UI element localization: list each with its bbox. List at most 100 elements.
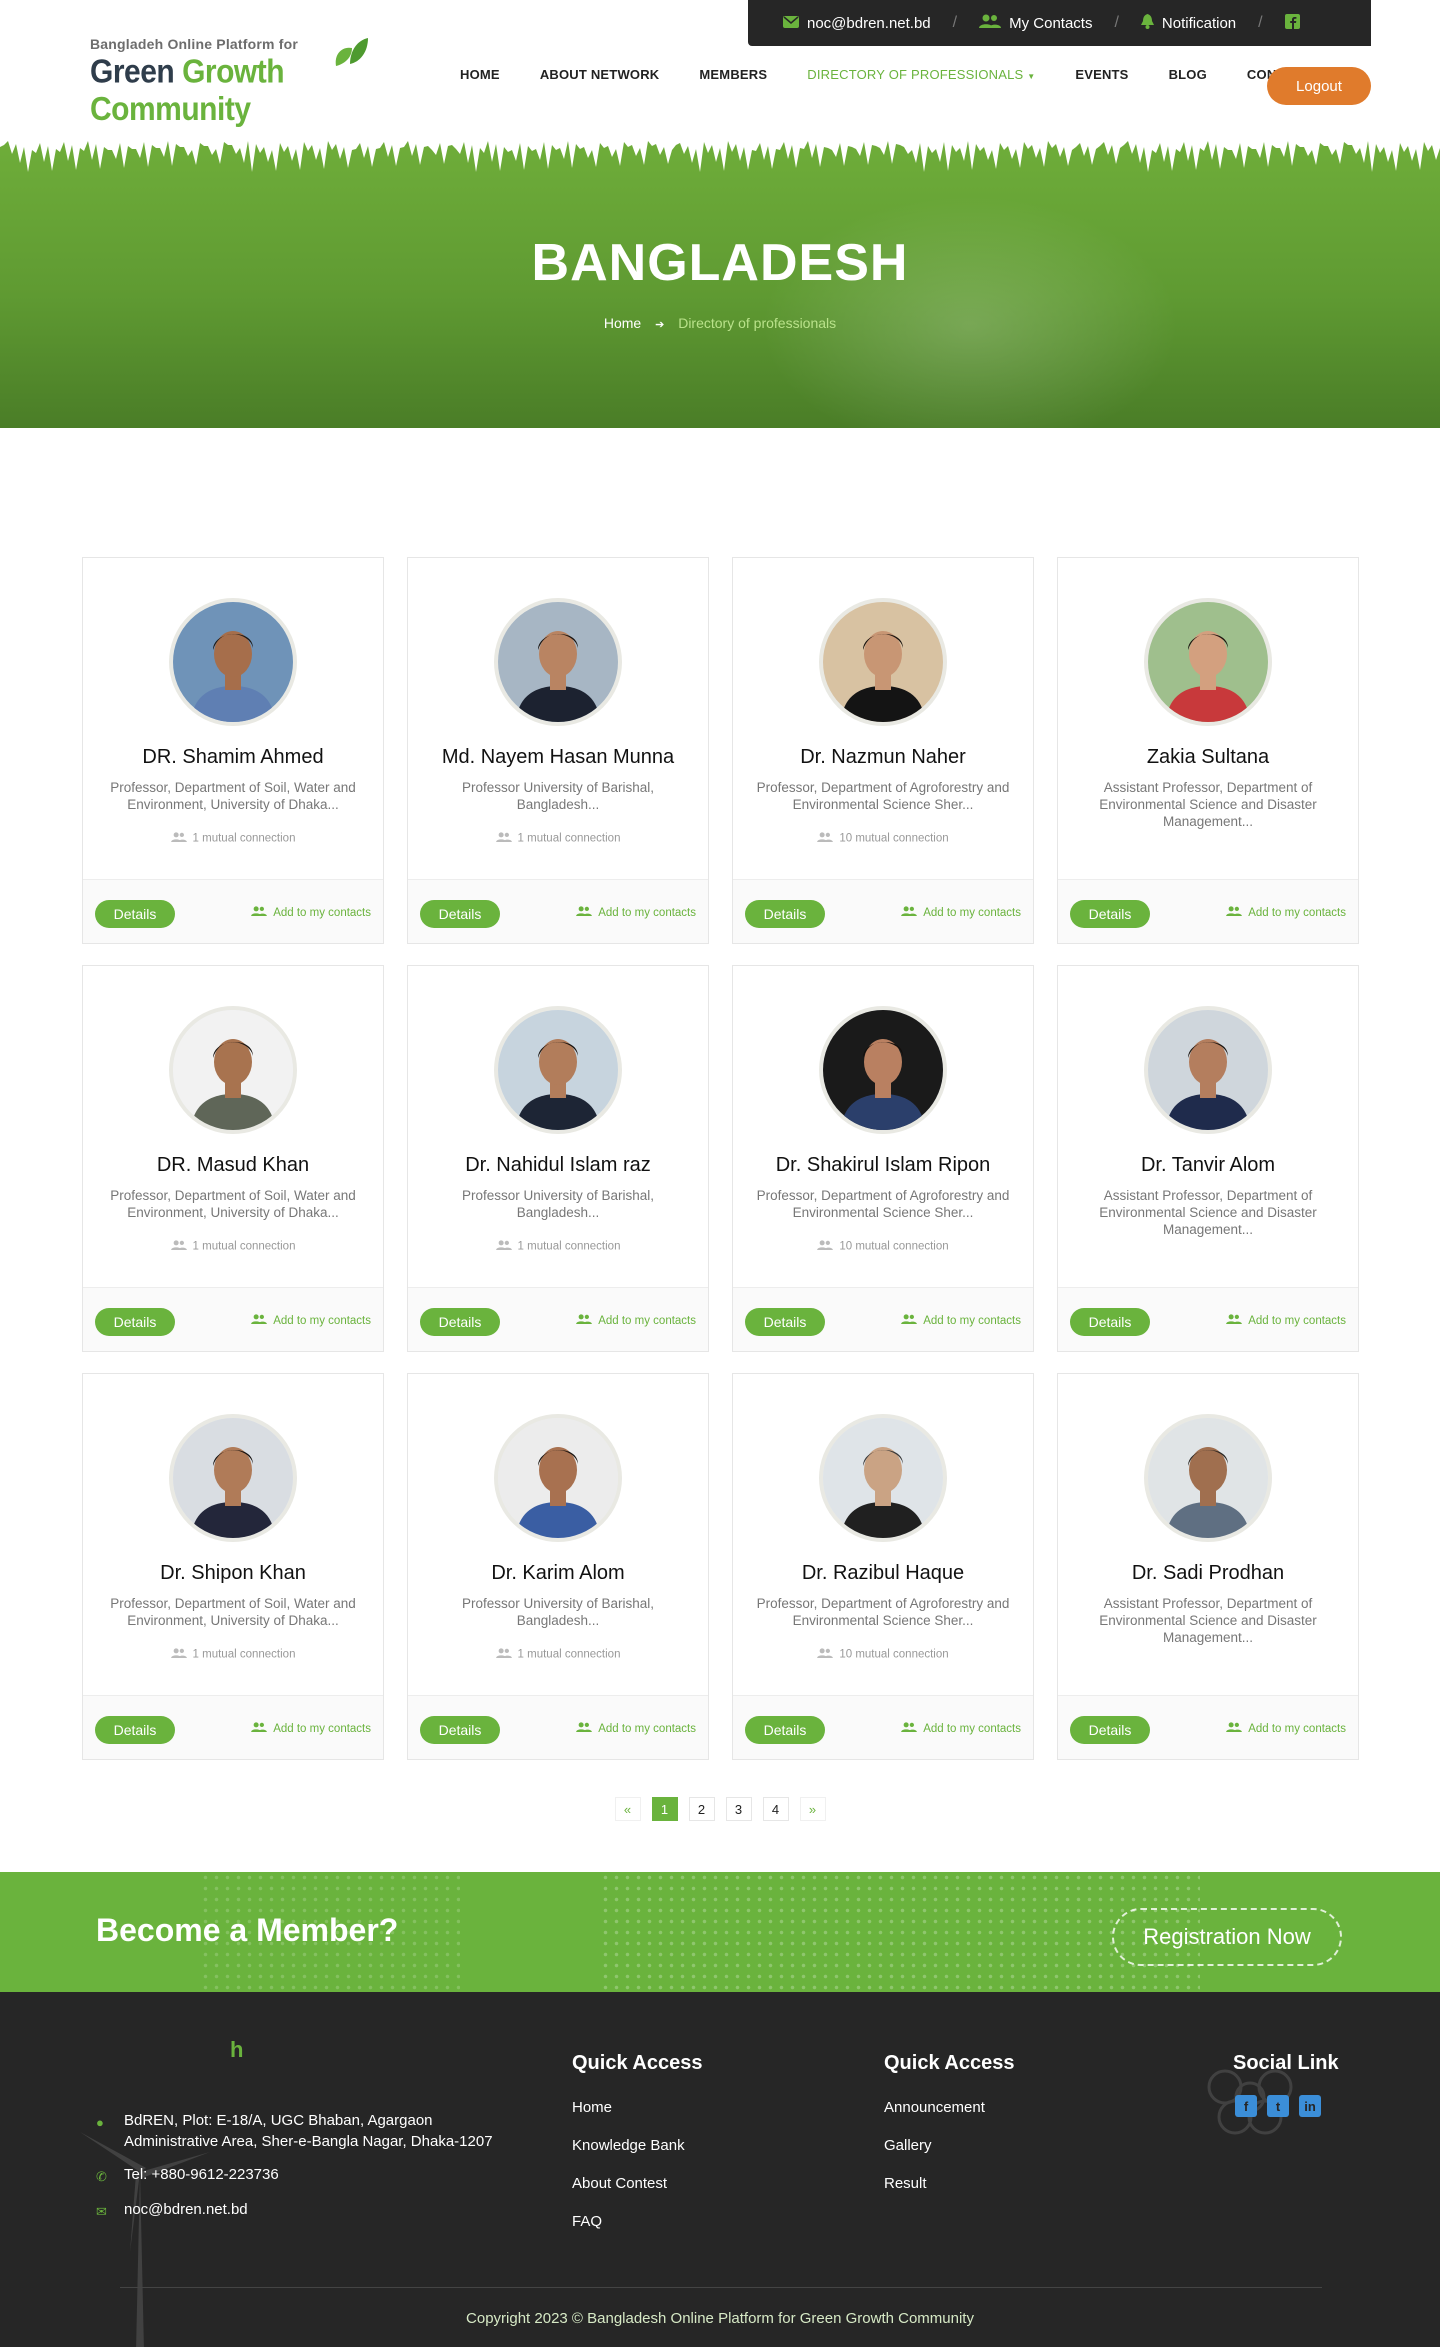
profile-photo [1148, 1418, 1268, 1538]
users-icon [495, 1240, 512, 1253]
top-email-text: noc@bdren.net.bd [807, 14, 931, 32]
pagination-page[interactable]: 4 [762, 1797, 789, 1821]
my-contacts-label: My Contacts [1009, 14, 1093, 32]
details-button[interactable]: Details [1070, 1308, 1150, 1336]
footer-link-result[interactable]: Result [884, 2175, 1014, 2192]
site-footer: h ● BdREN, Plot: E-18/A, UGC Bhaban, Aga… [0, 1992, 1440, 2347]
details-button[interactable]: Details [745, 1716, 825, 1744]
avatar [1144, 1006, 1272, 1134]
avatar [494, 1414, 622, 1542]
top-bar: noc@bdren.net.bd / My Contacts / Notific… [748, 0, 1371, 46]
details-button[interactable]: Details [95, 900, 175, 928]
mutual-connections: 1 mutual connection [83, 832, 383, 845]
avatar [169, 1006, 297, 1134]
linkedin-icon[interactable]: in [1299, 2095, 1321, 2117]
add-to-contacts-link[interactable]: Add to my contacts [251, 1722, 371, 1735]
users-plus-icon [1226, 1722, 1243, 1735]
professional-card: Dr. Shipon Khan Professor, Department of… [82, 1373, 384, 1760]
add-to-contacts-link[interactable]: Add to my contacts [901, 1314, 1021, 1327]
mutual-count: 10 mutual connection [839, 1648, 949, 1661]
nav-members[interactable]: MEMBERS [679, 67, 787, 82]
footer-link-faq[interactable]: FAQ [572, 2213, 702, 2230]
footer-email: noc@bdren.net.bd [124, 2201, 248, 2218]
top-email-link[interactable]: noc@bdren.net.bd [783, 15, 931, 32]
nav-blog[interactable]: BLOG [1149, 67, 1227, 82]
pagination-page[interactable]: 3 [725, 1797, 752, 1821]
users-plus-icon [251, 906, 268, 919]
profile-photo [823, 1418, 943, 1538]
facebook-icon[interactable]: f [1235, 2095, 1257, 2117]
details-button[interactable]: Details [745, 1308, 825, 1336]
profile-photo [498, 602, 618, 722]
breadcrumb-current: Directory of professionals [678, 315, 837, 331]
add-to-contacts-link[interactable]: Add to my contacts [576, 1722, 696, 1735]
pagination-next[interactable]: » [799, 1797, 826, 1821]
add-to-contacts-link[interactable]: Add to my contacts [576, 1314, 696, 1327]
nav-home[interactable]: HOME [440, 67, 520, 82]
card-footer: Details Add to my contacts [408, 1287, 708, 1351]
avatar [1144, 598, 1272, 726]
footer-link-about-contest[interactable]: About Contest [572, 2175, 702, 2192]
add-to-contacts-label: Add to my contacts [1248, 906, 1346, 919]
add-to-contacts-link[interactable]: Add to my contacts [901, 1722, 1021, 1735]
mutual-count: 10 mutual connection [839, 832, 949, 845]
my-contacts-link[interactable]: My Contacts [979, 14, 1092, 32]
add-to-contacts-label: Add to my contacts [923, 906, 1021, 919]
profile-photo [498, 1418, 618, 1538]
footer-link-home[interactable]: Home [572, 2099, 702, 2116]
card-name: Dr. Shakirul Islam Ripon [775, 1154, 991, 1176]
mutual-connections: 1 mutual connection [83, 1648, 383, 1661]
details-button[interactable]: Details [745, 900, 825, 928]
footer-link-gallery[interactable]: Gallery [884, 2137, 1014, 2154]
users-icon [495, 1648, 512, 1661]
add-to-contacts-link[interactable]: Add to my contacts [901, 906, 1021, 919]
add-to-contacts-link[interactable]: Add to my contacts [251, 1314, 371, 1327]
social-icons: f t in [1233, 2095, 1339, 2117]
profile-photo [1148, 1010, 1268, 1130]
card-role: Professor, Department of Soil, Water and… [110, 1188, 356, 1220]
professional-card: Dr. Razibul Haque Professor, Department … [732, 1373, 1034, 1760]
users-plus-icon [251, 1314, 268, 1327]
details-button[interactable]: Details [95, 1716, 175, 1744]
pagination: « 1 2 3 4 » [0, 1797, 1440, 1821]
add-to-contacts-link[interactable]: Add to my contacts [1226, 906, 1346, 919]
add-to-contacts-link[interactable]: Add to my contacts [1226, 1722, 1346, 1735]
card-name: Dr. Tanvir Alom [1140, 1154, 1276, 1176]
nav-events[interactable]: EVENTS [1055, 67, 1148, 82]
mutual-connections: 1 mutual connection [83, 1240, 383, 1253]
card-footer: Details Add to my contacts [733, 879, 1033, 943]
add-to-contacts-link[interactable]: Add to my contacts [576, 906, 696, 919]
registration-button[interactable]: Registration Now [1112, 1908, 1342, 1966]
details-button[interactable]: Details [1070, 1716, 1150, 1744]
details-button[interactable]: Details [420, 1308, 500, 1336]
add-to-contacts-link[interactable]: Add to my contacts [251, 906, 371, 919]
footer-link-knowledge-bank[interactable]: Knowledge Bank [572, 2137, 702, 2154]
avatar [169, 1414, 297, 1542]
details-button[interactable]: Details [1070, 900, 1150, 928]
pagination-prev[interactable]: « [614, 1797, 641, 1821]
nav-directory[interactable]: DIRECTORY OF PROFESSIONALS ▼ [787, 67, 1055, 82]
notification-label: Notification [1161, 14, 1237, 32]
pagination-page[interactable]: 2 [688, 1797, 715, 1821]
card-role: Assistant Professor, Department of Envir… [1099, 780, 1317, 829]
card-footer: Details Add to my contacts [1058, 1695, 1358, 1759]
site-logo[interactable]: Bangladeh Online Platform for Green Grow… [90, 36, 380, 128]
nav-about-network[interactable]: ABOUT NETWORK [520, 67, 680, 82]
details-button[interactable]: Details [420, 900, 500, 928]
logout-button[interactable]: Logout [1267, 67, 1371, 105]
users-plus-icon [576, 906, 593, 919]
details-button[interactable]: Details [95, 1308, 175, 1336]
footer-link-announcement[interactable]: Announcement [884, 2099, 1014, 2116]
card-footer: Details Add to my contacts [408, 879, 708, 943]
add-to-contacts-link[interactable]: Add to my contacts [1226, 1314, 1346, 1327]
breadcrumb-home[interactable]: Home [604, 315, 641, 331]
card-name: Dr. Shipon Khan [160, 1562, 306, 1584]
facebook-top-link[interactable] [1284, 13, 1300, 33]
details-button[interactable]: Details [420, 1716, 500, 1744]
pagination-page[interactable]: 1 [651, 1797, 678, 1821]
card-role: Professor, Department of Agroforestry an… [756, 1596, 1010, 1628]
users-plus-icon [1226, 1314, 1243, 1327]
twitter-icon[interactable]: t [1267, 2095, 1289, 2117]
notification-link[interactable]: Notification [1140, 13, 1237, 33]
card-role: Professor University of Barishal, Bangla… [461, 1188, 655, 1220]
